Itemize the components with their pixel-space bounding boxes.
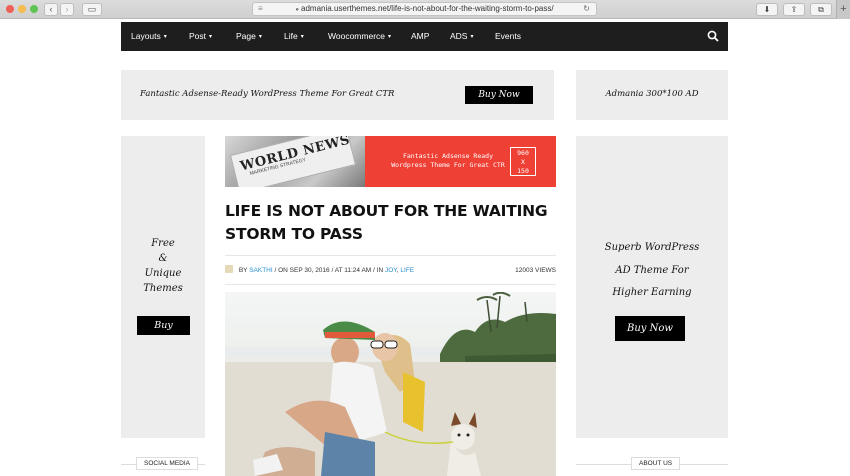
address-bar[interactable]: ≡ ● admania.userthemes.net/life-is-not-ab… (252, 2, 597, 16)
left-ad-buy-button[interactable]: Buy (137, 316, 190, 335)
right-top-ad-text: Admania 300*100 AD (605, 89, 699, 99)
browser-toolbar: ‹ › ▭ ≡ ● admania.userthemes.net/life-is-… (0, 0, 850, 19)
zoom-window-button[interactable] (30, 5, 38, 13)
chevron-down-icon: ▾ (388, 34, 392, 40)
share-icon[interactable]: ⇪ (783, 3, 805, 16)
left-ad-line-1: Free (151, 238, 175, 249)
sidebar-toggle-icon[interactable]: ▭ (82, 3, 102, 16)
search-icon[interactable] (707, 30, 719, 42)
content-banner-ad[interactable]: WORLD NEWS MARKETING STRATEGY Fantastic … (225, 136, 556, 187)
right-side-ad[interactable]: Superb WordPress AD Theme For Higher Ear… (576, 136, 728, 438)
meta-in: / IN (373, 267, 384, 274)
right-ad-buy-now-button[interactable]: Buy Now (615, 316, 685, 341)
post-views: 12003 VIEWS (515, 267, 556, 274)
minimize-window-button[interactable] (18, 5, 26, 13)
meta-by: BY (238, 267, 248, 274)
close-window-button[interactable] (6, 5, 14, 13)
world-news-image: WORLD NEWS MARKETING STRATEGY (225, 136, 365, 187)
left-side-ad[interactable]: Free & Unique Themes Buy (121, 136, 205, 438)
author-avatar-icon (225, 265, 233, 273)
top-ad-banner[interactable]: Fantastic Adsense-Ready WordPress Theme … (121, 70, 554, 120)
url-text: admania.userthemes.net/life-is-not-about… (301, 4, 554, 13)
top-ad-buy-now-button[interactable]: Buy Now (465, 86, 533, 104)
post-meta: BY SAKTHI / ON SEP 30, 2016 / AT 11:24 A… (225, 265, 556, 277)
chevron-down-icon: ▾ (258, 34, 262, 40)
divider (225, 255, 556, 256)
meta-date: / ON SEP 30, 2016 (274, 267, 330, 274)
chevron-down-icon: ▾ (470, 34, 474, 40)
banner-size-height: 150 (517, 167, 529, 175)
chevron-down-icon: ▾ (209, 34, 213, 40)
reload-icon[interactable]: ↻ (583, 3, 590, 15)
right-ad-line-3: Higher Earning (612, 287, 692, 298)
nav-item-ads[interactable]: ADS ▾ (450, 22, 474, 51)
banner-size-width: 960 (517, 149, 529, 157)
featured-image (225, 292, 556, 476)
lock-icon: ● (295, 7, 300, 13)
banner-line-1: Fantastic Adsense Ready (402, 152, 493, 160)
social-media-heading: SOCIAL MEDIA (136, 457, 198, 470)
category-link-joy[interactable]: JOY (385, 267, 397, 274)
left-ad-line-3: Unique (144, 268, 182, 279)
nav-item-post[interactable]: Post ▾ (189, 22, 212, 51)
about-us-heading: ABOUT US (631, 457, 681, 470)
tabs-overview-icon[interactable]: ⧉ (810, 3, 832, 16)
chevron-down-icon: ▾ (163, 34, 167, 40)
banner-red-panel: Fantastic Adsense Ready Wordpress Theme … (365, 136, 556, 187)
back-button[interactable]: ‹ (44, 3, 58, 16)
nav-item-woocommerce[interactable]: Woocommerce ▾ (328, 22, 391, 51)
chevron-down-icon: ▾ (300, 34, 304, 40)
left-ad-line-4: Themes (143, 283, 183, 294)
right-ad-line-2: AD Theme For (615, 264, 689, 276)
top-ad-text: Fantastic Adsense-Ready WordPress Theme … (140, 89, 395, 99)
nav-item-amp[interactable]: AMP (411, 22, 429, 51)
nav-item-life[interactable]: Life ▾ (284, 22, 304, 51)
forward-button[interactable]: › (60, 3, 74, 16)
author-link[interactable]: SAKTHI (249, 267, 272, 274)
banner-size-box: 960 X 150 (510, 147, 536, 176)
download-icon[interactable]: ⬇ (756, 3, 778, 16)
reader-icon[interactable]: ≡ (258, 3, 263, 15)
meta-sep: , (396, 267, 399, 274)
right-ad-line-1: Superb WordPress (604, 242, 700, 253)
nav-item-events[interactable]: Events (495, 22, 521, 51)
new-tab-button[interactable]: + (836, 0, 850, 19)
post-title: LIFE IS NOT ABOUT FOR THE WAITING STORM … (225, 202, 548, 243)
banner-line-2: Wordpress Theme For Great CTR (391, 161, 505, 169)
nav-item-layouts[interactable]: Layouts ▾ (131, 22, 167, 51)
category-link-life[interactable]: LIFE (400, 267, 414, 274)
right-top-ad[interactable]: Admania 300*100 AD (576, 70, 728, 120)
nav-item-page[interactable]: Page ▾ (236, 22, 262, 51)
banner-size-x: X (521, 158, 525, 166)
meta-time: / AT 11:24 AM (331, 267, 372, 274)
divider (225, 284, 556, 285)
main-navigation: Layouts ▾ Post ▾ Page ▾ Life ▾ Woocommerce ▾ … (121, 22, 728, 51)
left-ad-line-2: & (158, 253, 168, 264)
